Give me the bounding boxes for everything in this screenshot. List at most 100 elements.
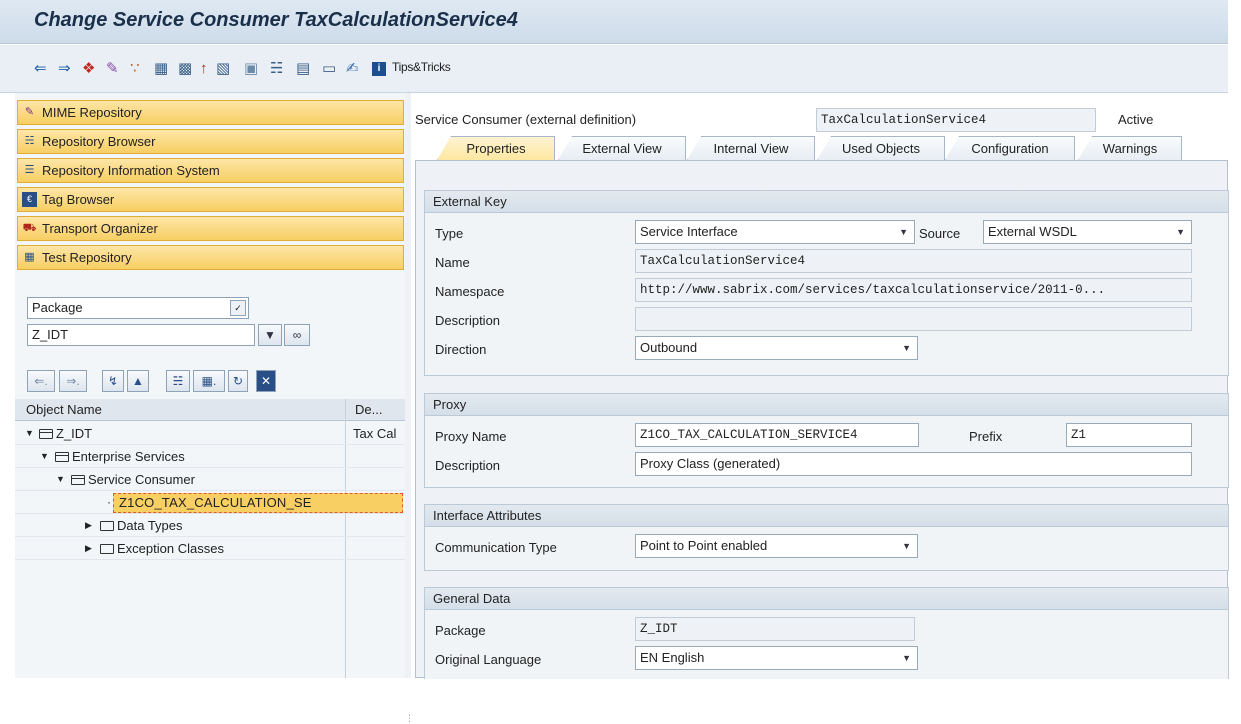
object-name-dropdown-button[interactable]: ▼ [258,324,282,346]
activate-icon[interactable]: ▦ [154,59,168,79]
tree-row[interactable]: ▼ Service Consumer [15,469,405,491]
tips-tricks-label[interactable]: Tips&Tricks [392,60,451,74]
nav-tag-browser[interactable]: € Tag Browser [17,187,404,212]
refresh-button[interactable]: ↻ [228,370,248,392]
object-name-input[interactable]: Z_IDT [27,324,255,346]
nav-mime-repository[interactable]: ✎ MIME Repository [17,100,404,125]
folder-open-icon [71,475,85,485]
object-name-field: TaxCalculationService4 [816,108,1096,132]
transport-icon: ⛟ [22,222,37,234]
expand-toggle-icon[interactable]: ▼ [56,469,65,490]
object-kind-label: Service Consumer (external definition) [415,112,637,127]
fullscreen-icon[interactable]: ▭ [322,59,336,79]
name-field: TaxCalculationService4 [635,249,1192,273]
source-select[interactable]: External WSDL [983,220,1192,244]
proxy-name-field[interactable]: Z1CO_TAX_CALCULATION_SERVICE4 [635,423,919,447]
proxy-name-label: Proxy Name [435,429,507,444]
settings-button[interactable]: ▦. [193,370,225,392]
display-button[interactable]: ∞ [284,324,310,346]
external-key-group: External Key Type Service Interface Sour… [424,190,1229,376]
expand-icon: ↯ [107,374,119,388]
type-label: Type [435,226,464,241]
communication-type-select[interactable]: Point to Point enabled [635,534,918,558]
type-select[interactable]: Service Interface [635,220,915,244]
expand-toggle-icon[interactable]: ▼ [40,446,49,467]
tree-forward-button[interactable]: ⇒. [59,370,87,392]
nav-item-label: Repository Browser [42,134,156,149]
grid-icon: ▦. [201,374,217,388]
hierarchy-button[interactable]: ☵ [166,370,190,392]
nav-repository-information-system[interactable]: ☰ Repository Information System [17,158,404,183]
tree-back-button[interactable]: ⇐. [27,370,55,392]
nav-repository-browser[interactable]: ☵ Repository Browser [17,129,404,154]
tree-node-label: Z_IDT [56,426,93,441]
nav-item-label: MIME Repository [42,105,142,120]
where-used-icon[interactable]: ▩ [178,59,192,79]
tab-used-objects[interactable]: Used Objects [817,136,945,160]
collapse-all-button[interactable]: ▲ [127,370,149,392]
proxy-description-label: Description [435,458,501,473]
hierarchy-icon[interactable]: ☵ [270,59,283,79]
tree-row[interactable]: ▼ Z_IDT Tax Cal [15,423,405,445]
edit-icon[interactable]: ✍ [346,59,359,79]
object-name-value: Z_IDT [32,327,69,342]
chevron-down-icon[interactable]: ✓ [230,300,246,316]
other-object-icon[interactable]: ❖ [82,59,95,79]
direction-select[interactable]: Outbound [635,336,918,360]
refresh-icon: ↻ [232,374,244,388]
forward-icon[interactable]: ⇒ [58,59,71,79]
nav-item-label: Transport Organizer [42,221,158,236]
nav-test-repository[interactable]: ▦ Test Repository [17,245,404,270]
prefix-label: Prefix [969,429,1003,444]
leaf-bullet-icon: · [107,495,111,509]
proxy-description-field[interactable]: Proxy Class (generated) [635,452,1192,476]
tab-internal-view[interactable]: Internal View [687,136,815,160]
display-change-icon[interactable]: ✎ [106,59,119,79]
check-icon[interactable]: ∵ [130,59,140,79]
original-language-select[interactable]: EN English [635,646,918,670]
tab-external-view[interactable]: External View [558,136,686,160]
direction-label: Direction [435,342,487,357]
tree-row-selected[interactable]: · Z1CO_TAX_CALCULATION_SE [15,492,405,514]
tag-browser-icon: € [22,192,37,207]
column-header-object-name[interactable]: Object Name [26,402,102,417]
tree-row[interactable]: ▼ Enterprise Services [15,446,405,468]
namespace-field: http://www.sabrix.com/services/taxcalcul… [635,278,1192,302]
nav-item-label: Repository Information System [42,163,220,178]
nav-transport-organizer[interactable]: ⛟ Transport Organizer [17,216,404,241]
tree-row[interactable]: ▶ Exception Classes [15,538,405,560]
group-title: General Data [425,588,1228,610]
tree-node-label: Exception Classes [117,541,224,556]
close-tree-button[interactable]: ✕ [256,370,276,392]
expand-toggle-icon[interactable]: ▶ [85,538,92,559]
description-label: Description [435,313,501,328]
tab-configuration[interactable]: Configuration [945,136,1075,160]
tab-properties[interactable]: Properties [437,136,555,160]
object-type-select[interactable]: Package ✓ [27,297,249,319]
tree-node-label: Data Types [117,518,183,533]
tab-warnings[interactable]: Warnings [1078,136,1182,160]
source-label: Source [919,226,961,241]
navigation-window-icon[interactable]: ▣ [244,59,258,79]
nav-item-label: Test Repository [42,250,132,265]
tree-node-description: Tax Cal [353,426,397,441]
communication-type-label: Communication Type [435,540,557,555]
original-language-label: Original Language [435,652,542,667]
back-icon[interactable]: ⇐ [34,59,47,79]
tips-tricks-icon[interactable]: i [372,62,386,76]
object-list-icon[interactable]: ▧ [216,59,230,79]
prefix-field[interactable]: Z1 [1066,423,1192,447]
expand-toggle-icon[interactable]: ▶ [85,515,92,536]
properties-panel: External Key Type Service Interface Sour… [415,160,1229,679]
folder-icon [100,544,114,554]
display-object-list-icon[interactable]: ▤ [296,59,310,79]
close-icon: ✕ [260,374,272,388]
info-icon[interactable]: ↑ [200,59,208,79]
expand-toggle-icon[interactable]: ▼ [25,423,34,444]
package-field: Z_IDT [635,617,915,641]
column-header-description[interactable]: De... [355,402,382,417]
namespace-label: Namespace [435,284,505,299]
object-type-value: Package [32,300,83,315]
expand-all-button[interactable]: ↯ [102,370,124,392]
tree-row[interactable]: ▶ Data Types [15,515,405,537]
